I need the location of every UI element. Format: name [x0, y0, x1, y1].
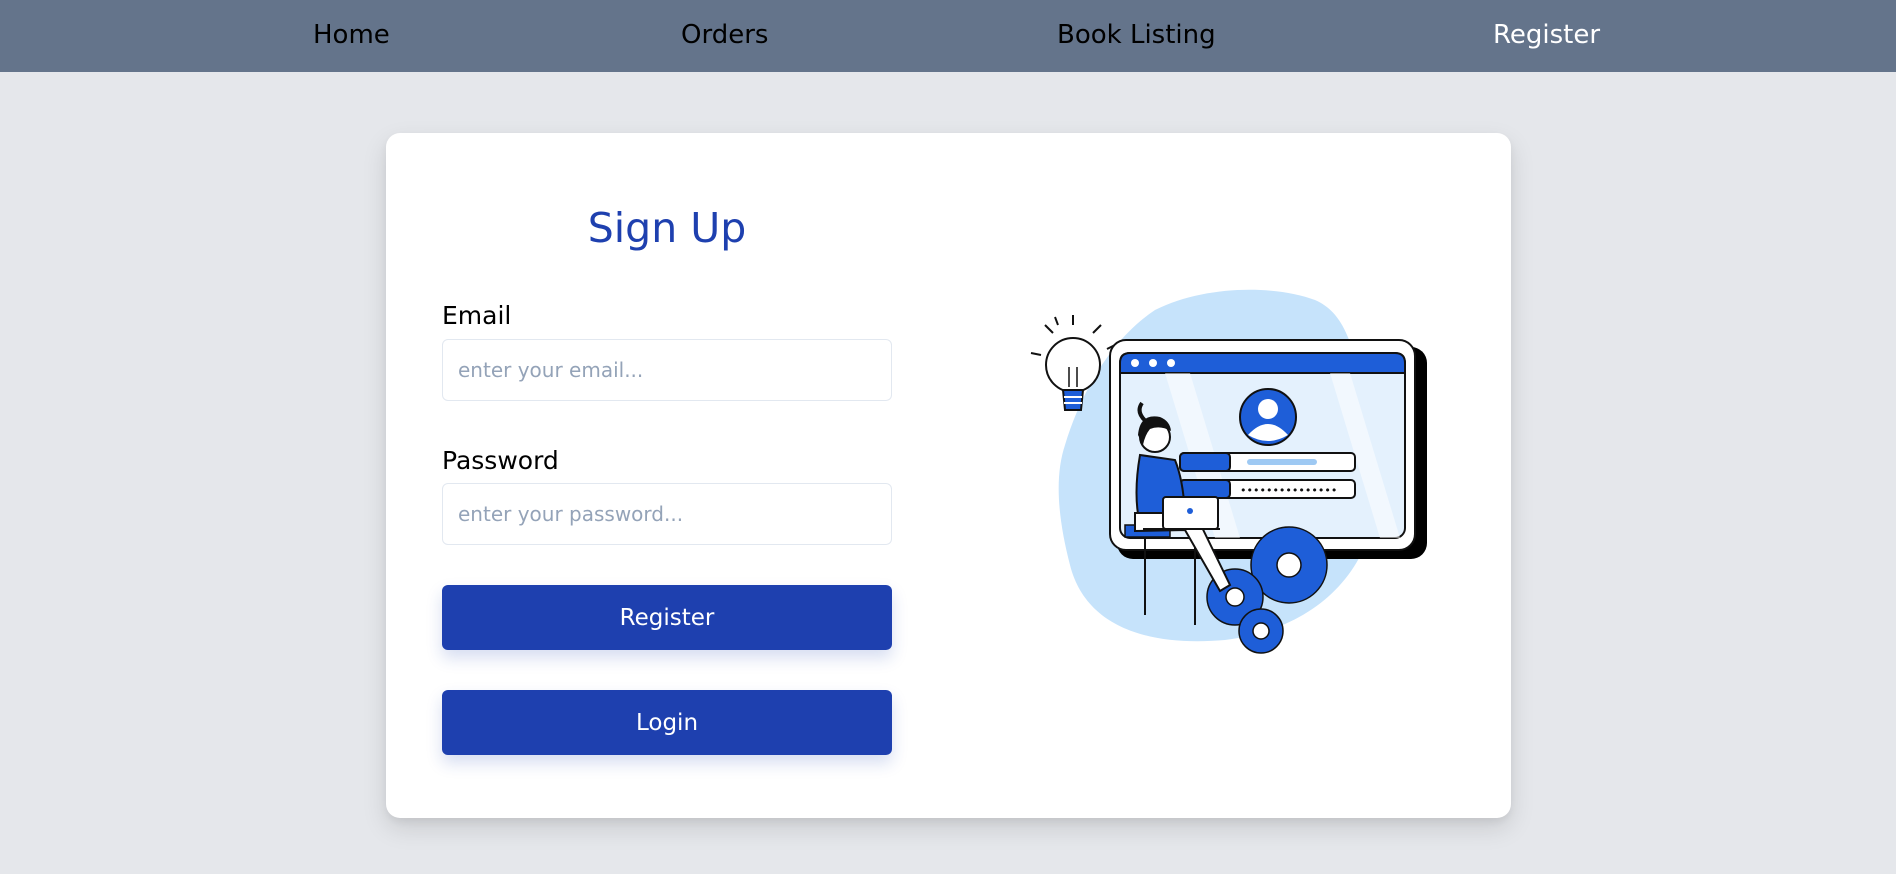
password-label: Password: [442, 446, 559, 475]
password-field[interactable]: [442, 483, 892, 545]
page-title: Sign Up: [587, 204, 747, 252]
nav-orders-link[interactable]: Orders: [681, 20, 768, 50]
email-field[interactable]: [442, 339, 892, 401]
email-label: Email: [442, 301, 512, 330]
navbar: Home Orders Book Listing Register: [0, 0, 1896, 72]
nav-register-link[interactable]: Register: [1493, 20, 1600, 50]
register-button[interactable]: Register: [442, 585, 892, 650]
nav-home-link[interactable]: Home: [313, 20, 390, 50]
signup-illustration: •••••••••••••••: [1030, 289, 1427, 654]
login-button[interactable]: Login: [442, 690, 892, 755]
nav-book-listing-link[interactable]: Book Listing: [1057, 20, 1216, 50]
password-dots: •••••••••••••••: [1240, 484, 1337, 497]
